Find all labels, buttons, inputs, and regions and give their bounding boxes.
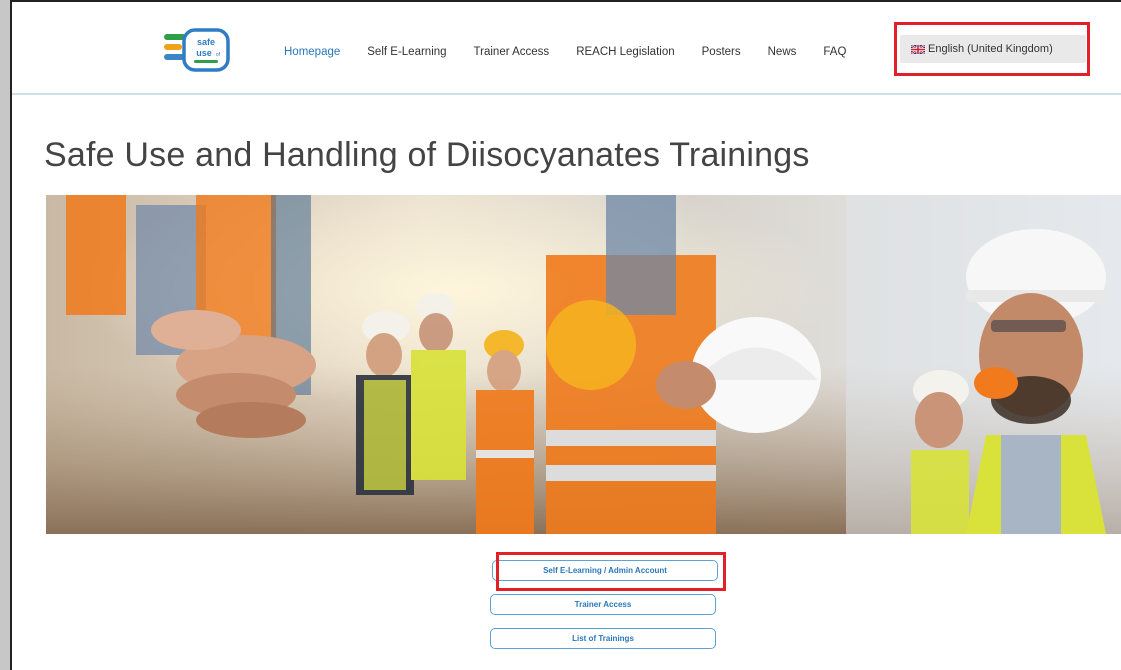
list-of-trainings-button[interactable]: List of Trainings	[490, 628, 716, 649]
nav-news[interactable]: News	[768, 46, 797, 58]
highlight-self-elearning-box	[496, 552, 726, 591]
page-title: Safe Use and Handling of Diisocyanates T…	[44, 136, 810, 174]
site-header: safe use of Homepage Self E-Learning Tra…	[12, 2, 1121, 95]
logo-text-safe: safe	[197, 37, 215, 47]
nav-reach-legislation[interactable]: REACH Legislation	[576, 46, 674, 58]
hero-banner-image	[46, 195, 1121, 534]
logo-text-use: use	[196, 48, 212, 58]
highlight-language-box	[894, 22, 1090, 76]
main-nav: Homepage Self E-Learning Trainer Access …	[284, 46, 873, 58]
browser-frame: safe use of Homepage Self E-Learning Tra…	[10, 0, 1121, 670]
nav-self-elearning[interactable]: Self E-Learning	[367, 46, 446, 58]
header-divider	[12, 93, 1121, 95]
hero-photo-collage	[46, 195, 1121, 534]
logo-text-of: of	[216, 52, 221, 58]
nav-faq[interactable]: FAQ	[823, 46, 846, 58]
nav-trainer-access[interactable]: Trainer Access	[474, 46, 550, 58]
nav-homepage[interactable]: Homepage	[284, 46, 340, 58]
site-logo[interactable]: safe use of	[164, 28, 230, 74]
nav-posters[interactable]: Posters	[702, 46, 741, 58]
trainer-access-button[interactable]: Trainer Access	[490, 594, 716, 615]
